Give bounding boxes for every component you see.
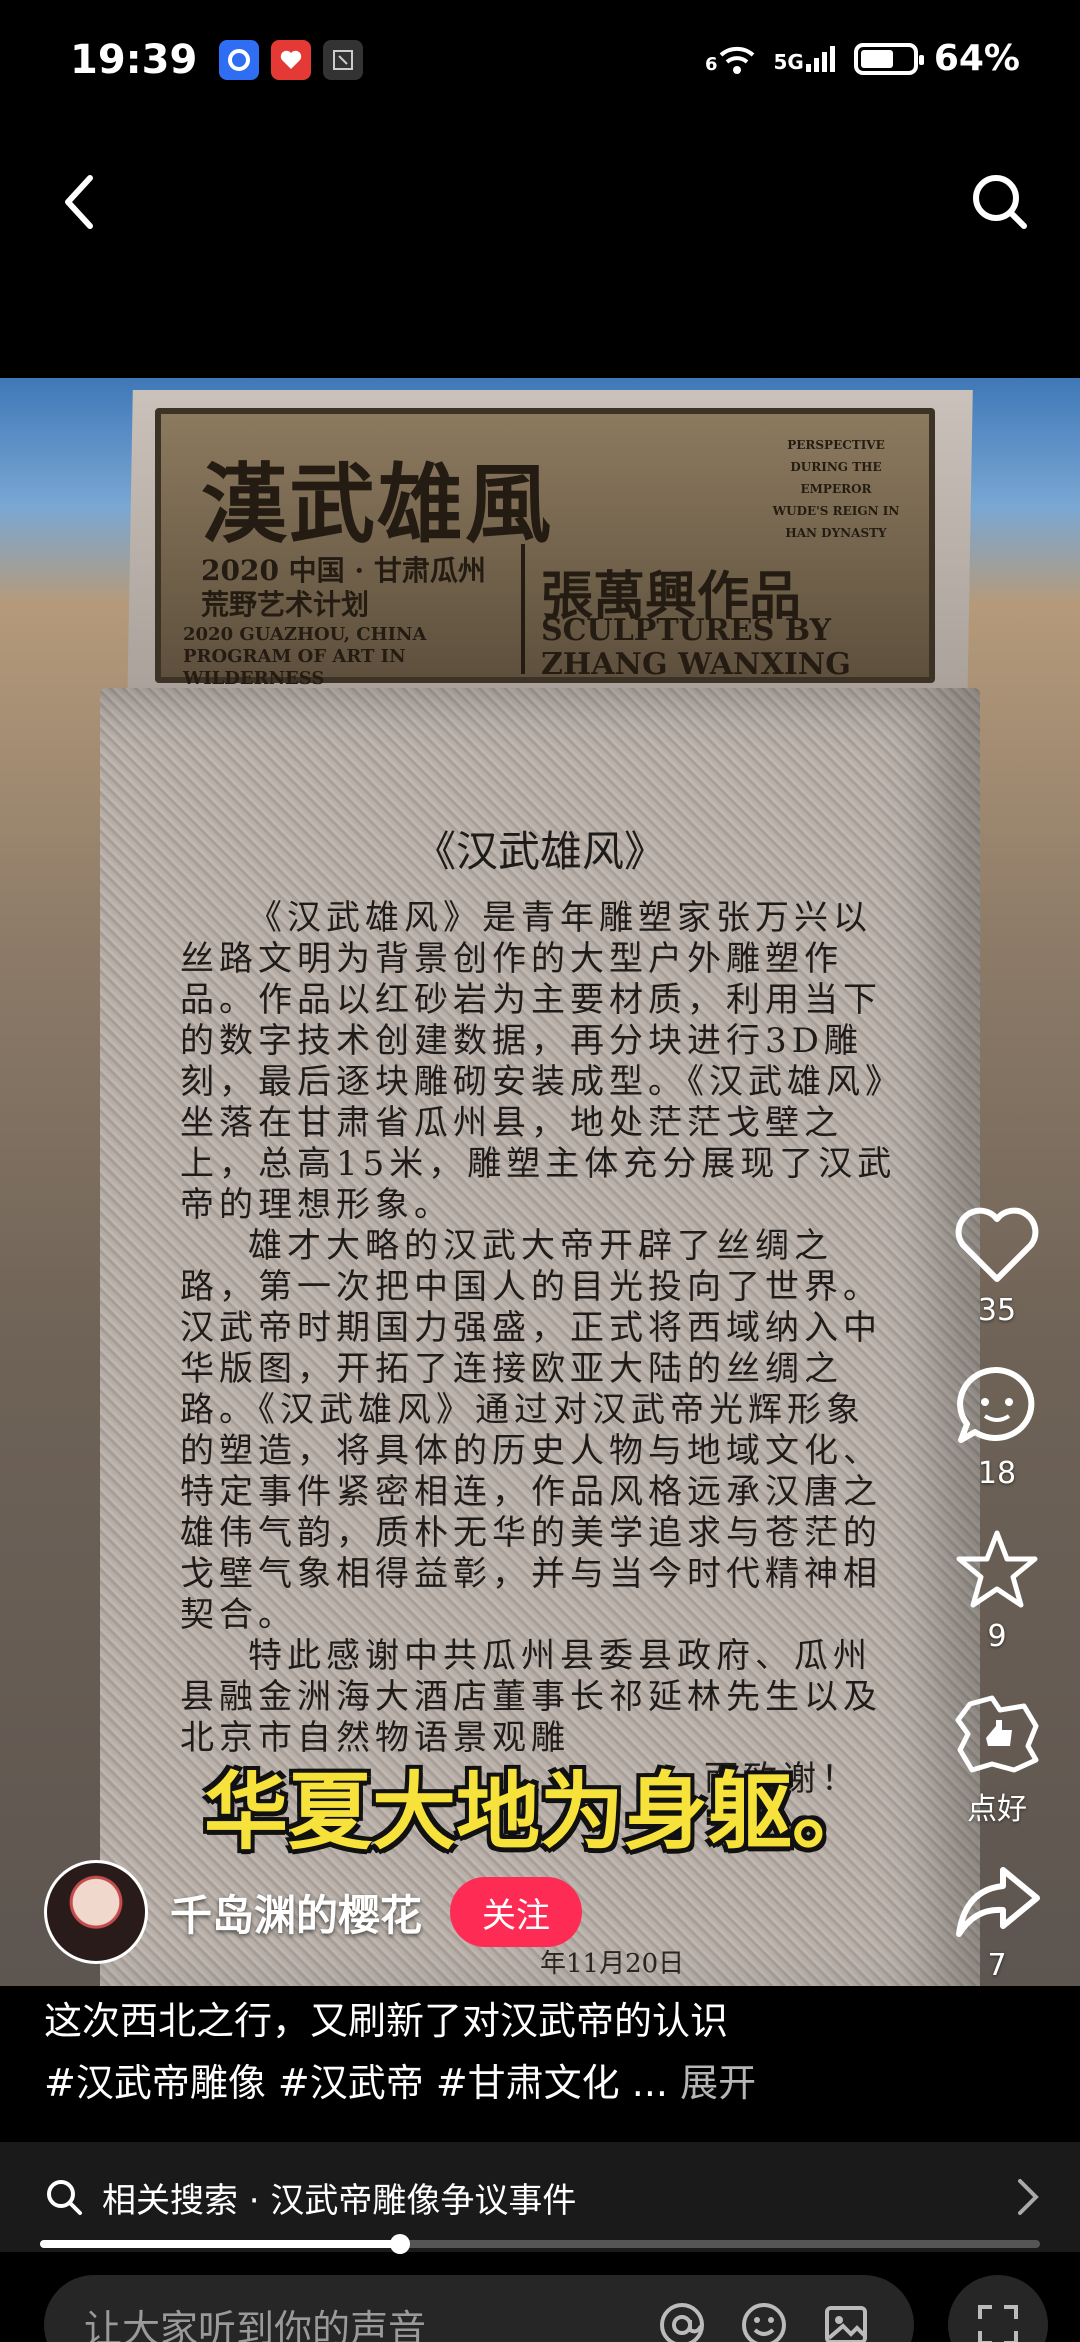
fullscreen-button[interactable] <box>948 2275 1048 2342</box>
share-icon <box>956 1867 1040 1937</box>
comment-icon <box>957 1366 1035 1443</box>
plaque-side-text: PERSPECTIVE DURING THE EMPEROR WUDE'S RE… <box>772 438 900 540</box>
share-count: 7 <box>987 1948 1007 1983</box>
favorite-count: 9 <box>987 1619 1007 1654</box>
comment-input[interactable]: 让大家听到你的声音 <box>44 2275 914 2342</box>
chevron-left-icon <box>65 175 93 229</box>
progress-handle[interactable] <box>390 2234 410 2254</box>
chevron-right-icon <box>1018 2179 1039 2215</box>
inscription-paragraph: 雄才大略的汉武大帝开辟了丝绸之路，第一次把中国人的目光投向了世界。汉武帝时期国力… <box>180 1226 882 1635</box>
search-icon <box>47 2180 82 2215</box>
action-column: 35 18 9 点好 7 <box>932 1205 1062 2019</box>
like-button[interactable]: 35 <box>953 1205 1041 1328</box>
stone-inscription: 《汉武雄风》是青年雕塑家张万兴以丝路文明为背景创作的大型户外雕塑作品。作品以红砂… <box>180 898 900 1800</box>
like-count: 35 <box>977 1293 1017 1328</box>
video-caption: 华夏大地为身躯。 <box>203 1763 876 1861</box>
star-icon <box>956 1530 1038 1608</box>
plaque-artist-en: SCULPTURES BY ZHANG WANXING <box>541 613 851 682</box>
plaque-title: 漢武雄風 <box>201 454 553 555</box>
comment-button[interactable]: 18 <box>953 1364 1041 1491</box>
top-nav <box>0 140 1080 260</box>
status-icons: 6 5G 64% <box>705 38 1020 79</box>
hashtags[interactable]: #汉武帝雕像 #汉武帝 #甘肃文化 ... <box>44 2061 668 2105</box>
avatar[interactable] <box>44 1860 148 1964</box>
status-bar: 19:39 6 5G 64% <box>0 0 1080 120</box>
back-button[interactable] <box>40 162 120 242</box>
app-badge-blue-icon <box>219 40 260 80</box>
status-time: 19:39 <box>70 37 198 83</box>
recommend-button[interactable]: 点好 <box>952 1690 1042 1828</box>
battery-level <box>860 49 893 68</box>
expand-link[interactable]: 展开 <box>680 2061 756 2105</box>
video-progress-bar[interactable] <box>40 2234 1040 2254</box>
video-description: 这次西北之行，又刷新了对汉武帝的认识 #汉武帝雕像 #汉武帝 #甘肃文化 ...… <box>44 1990 944 2114</box>
app-badge-gray-icon <box>323 40 364 80</box>
app-badge-red-icon <box>271 40 312 80</box>
fullscreen-icon <box>978 2305 1018 2342</box>
battery-icon <box>853 42 924 75</box>
recommend-label: 点好 <box>967 1792 1027 1827</box>
comment-count: 18 <box>977 1456 1017 1491</box>
plaque-divider <box>521 544 525 674</box>
search-button[interactable] <box>960 162 1040 242</box>
inscription-paragraph: 特此感谢中共瓜州县委县政府、瓜州县融金洲海大酒店董事长祁延林先生以及北京市自然物… <box>180 1636 882 1758</box>
heart-icon <box>955 1207 1039 1282</box>
emoji-icon[interactable] <box>736 2297 792 2342</box>
search-icon <box>973 175 1027 229</box>
author-row: 千岛渊的樱花 关注 <box>44 1860 583 1964</box>
battery-percent: 64% <box>933 38 1020 79</box>
share-button[interactable]: 7 <box>953 1864 1041 1983</box>
progress-fill <box>40 2240 400 2248</box>
wifi-icon: 6 <box>705 43 758 75</box>
plaque-program-en: 2020 GUAZHOU, CHINA PROGRAM OF ART IN WI… <box>183 624 427 689</box>
image-icon[interactable] <box>818 2297 874 2342</box>
comment-placeholder: 让大家听到你的声音 <box>84 2306 427 2342</box>
follow-button[interactable]: 关注 <box>450 1877 583 1947</box>
bronze-plaque: 漢武雄風 PERSPECTIVE DURING THE EMPEROR WUDE… <box>155 408 935 689</box>
plaque-program-cn: 2020 中国 · 甘肃瓜州 荒野艺术计划 <box>201 554 486 622</box>
hashtags-line: #汉武帝雕像 #汉武帝 #甘肃文化 ... 展开 <box>44 2052 944 2114</box>
plaque-program-cn-line1: 2020 中国 · 甘肃瓜州 <box>201 554 486 587</box>
author-name[interactable]: 千岛渊的樱花 <box>170 1882 422 1943</box>
thumbs-up-icon <box>955 1695 1039 1773</box>
related-search-bar[interactable]: 相关搜索 · 汉武帝雕像争议事件 <box>0 2142 1080 2252</box>
stone-heading: 《汉武雄风》 <box>413 827 666 876</box>
plaque-program-cn-line2: 荒野艺术计划 <box>201 588 370 621</box>
description-text: 这次西北之行，又刷新了对汉武帝的认识 <box>44 1999 729 2043</box>
inscription-paragraph: 《汉武雄风》是青年雕塑家张万兴以丝路文明为背景创作的大型户外雕塑作品。作品以红砂… <box>180 898 897 1225</box>
favorite-button[interactable]: 9 <box>955 1527 1039 1654</box>
cellular-icon: 5G <box>773 44 837 74</box>
cellular-network-label: 5G <box>773 49 804 74</box>
at-icon[interactable] <box>654 2297 710 2342</box>
wifi-network-label: 6 <box>704 53 718 75</box>
related-search-text: 相关搜索 · 汉武帝雕像争议事件 <box>102 2180 577 2221</box>
